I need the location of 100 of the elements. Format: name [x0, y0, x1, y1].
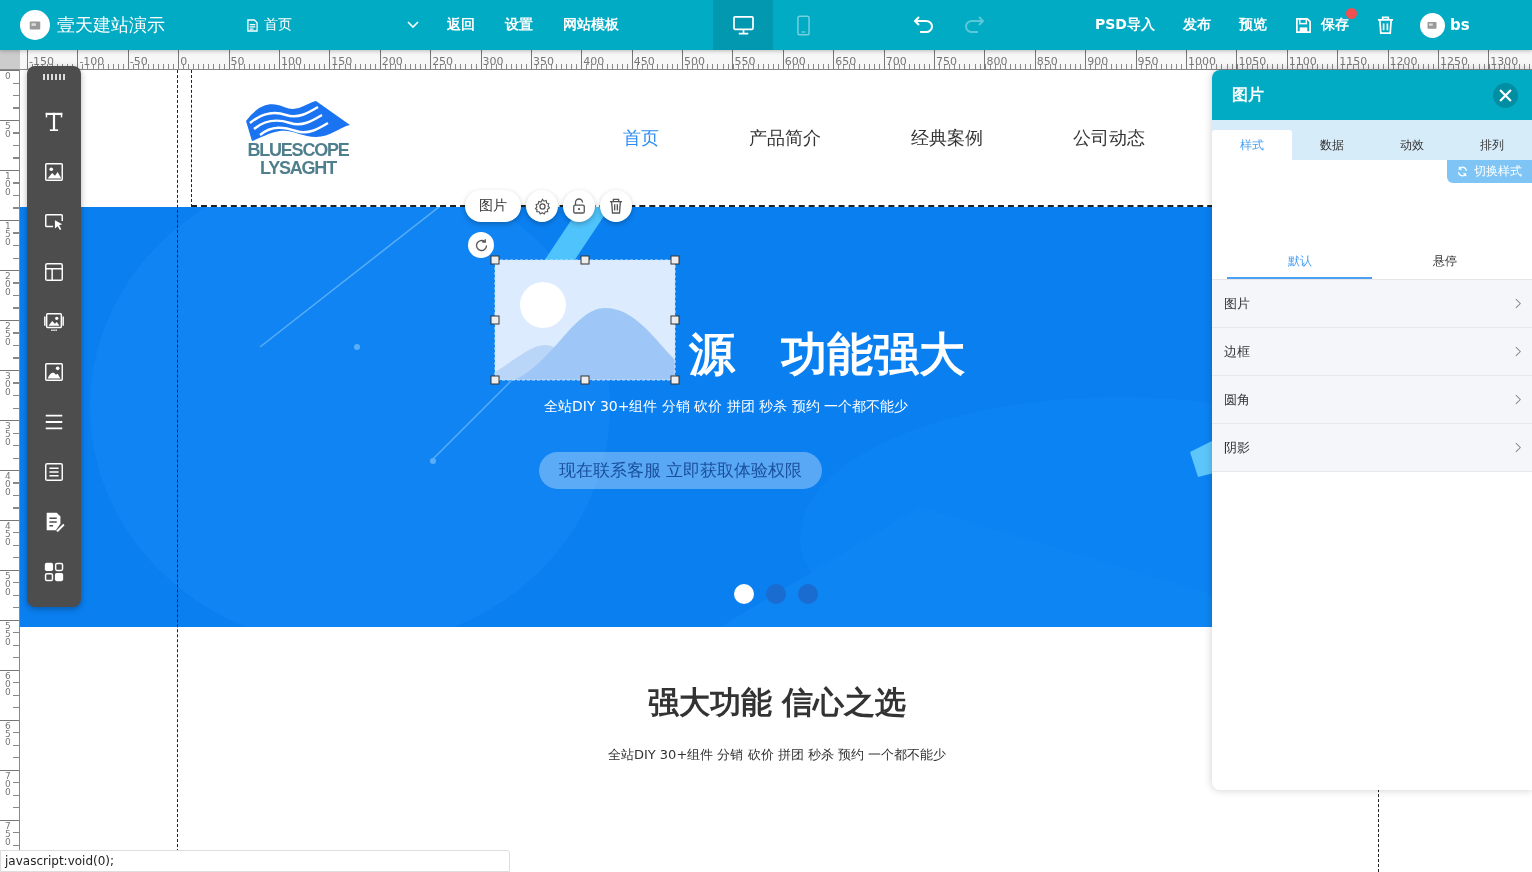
ruler-label: 450 — [5, 522, 12, 546]
trash-icon[interactable] — [600, 190, 632, 222]
ruler-label: 550 — [5, 622, 12, 646]
ruler-label: 1050 — [1237, 56, 1267, 68]
panel-tab[interactable]: 数据 — [1292, 130, 1372, 160]
switch-style-button[interactable]: 切换样式 — [1447, 160, 1532, 183]
chevron-right-icon — [1515, 346, 1522, 357]
element-type-button[interactable]: 图片 — [465, 190, 521, 222]
ruler-label: 50 — [5, 122, 12, 138]
status-bar: javascript:void(0); — [0, 850, 510, 872]
ruler-label: 0 — [5, 72, 12, 80]
style-group-row[interactable]: 圆角 — [1212, 376, 1532, 424]
ruler-label: 250 — [431, 56, 454, 68]
ruler-label: 150 — [5, 222, 12, 246]
panel-tab[interactable]: 样式 — [1212, 130, 1292, 160]
settings-icon[interactable] — [526, 190, 558, 222]
ruler-label: -100 — [78, 56, 105, 68]
ruler-label: 0 — [179, 56, 188, 68]
style-group-row[interactable]: 图片 — [1212, 280, 1532, 328]
ruler-label: 850 — [1035, 56, 1058, 68]
chevron-down-icon — [407, 21, 419, 29]
ruler-label: 1100 — [1287, 56, 1317, 68]
save-button[interactable]: 保存 — [1294, 16, 1349, 34]
ruler-label: 600 — [5, 672, 12, 696]
ruler-label: 350 — [531, 56, 554, 68]
chevron-right-icon — [1515, 442, 1522, 453]
ruler-label: 950 — [1136, 56, 1159, 68]
ruler-label: 200 — [5, 272, 12, 296]
ruler-label: 1200 — [1388, 56, 1418, 68]
panel-tab[interactable]: 排列 — [1452, 130, 1532, 160]
undo-button[interactable] — [913, 14, 935, 36]
site-logo-icon — [20, 10, 50, 40]
ruler-label: 600 — [783, 56, 806, 68]
ruler-label: 450 — [632, 56, 655, 68]
ruler-label: 200 — [380, 56, 403, 68]
undo-arrow-icon — [913, 14, 935, 33]
state-tab[interactable]: 悬停 — [1372, 245, 1517, 279]
logo-waves-icon — [246, 98, 350, 141]
banner-headline: 源 功能强大 — [689, 327, 965, 381]
ruler-label: 900 — [1086, 56, 1109, 68]
panel-title: 图片 — [1232, 84, 1264, 106]
ruler-label: 300 — [5, 372, 12, 396]
menu-link[interactable]: 网站模板 — [563, 16, 619, 34]
phone-icon — [796, 14, 810, 36]
monitor-icon — [732, 15, 754, 35]
ruler-label: 800 — [985, 56, 1008, 68]
refresh-icon — [1457, 166, 1468, 177]
logo-text: LYSAGHT — [260, 158, 336, 177]
ruler-label: 750 — [935, 56, 958, 68]
chevron-right-icon — [1515, 394, 1522, 405]
user-avatar-icon[interactable] — [1419, 12, 1445, 38]
panel-tab[interactable]: 动效 — [1372, 130, 1452, 160]
nav-link[interactable]: 产品简介 — [749, 125, 821, 150]
nav-link[interactable]: 经典案例 — [911, 125, 983, 150]
redo-arrow-icon — [963, 14, 985, 33]
unlock-icon[interactable] — [563, 190, 595, 222]
ruler-label: 500 — [5, 572, 12, 596]
ruler-label: -150 — [28, 56, 54, 68]
page-select[interactable]: 首页 — [247, 16, 419, 34]
toolbar-link[interactable]: 预览 — [1238, 16, 1267, 34]
ruler-label: 400 — [582, 56, 605, 68]
contact-button[interactable]: 现在联系客服 立即获取体验权限 — [539, 452, 823, 489]
nav-link[interactable]: 首页 — [623, 125, 659, 150]
section-title: 强大功能 信心之选 — [647, 683, 907, 722]
ruler-label: 1250 — [1438, 56, 1468, 68]
toolbar-link[interactable]: PSD导入 — [1095, 16, 1155, 34]
ruler-label: 350 — [5, 422, 12, 446]
ruler-label: 400 — [5, 472, 12, 496]
ruler-label: 50 — [229, 56, 245, 68]
selected-image-placeholder[interactable] — [490, 255, 680, 385]
ruler-label: 550 — [733, 56, 756, 68]
style-group-row[interactable]: 阴影 — [1212, 424, 1532, 472]
ruler-label: 700 — [5, 772, 12, 796]
style-group-row[interactable]: 边框 — [1212, 328, 1532, 376]
ruler-label: 1300 — [1489, 56, 1519, 68]
menu-link[interactable]: 设置 — [505, 16, 533, 34]
ruler-label: 150 — [330, 56, 353, 68]
ruler-label: 650 — [834, 56, 857, 68]
ruler-label: 300 — [481, 56, 504, 68]
ruler-label: 650 — [5, 722, 12, 746]
nav-link[interactable]: 公司动态 — [1073, 125, 1145, 150]
desktop-view-button[interactable] — [713, 0, 773, 50]
site-name: 壹天建站演示 — [57, 13, 166, 37]
ruler-label: 100 — [279, 56, 302, 68]
ruler-label: -50 — [128, 56, 148, 68]
toolbar-link[interactable]: 发布 — [1182, 16, 1211, 34]
ruler-label: 1150 — [1338, 56, 1368, 68]
ruler-corner — [0, 50, 20, 69]
close-icon[interactable] — [1493, 82, 1518, 108]
ruler-label: 100 — [5, 172, 12, 196]
ruler-label: 1000 — [1187, 56, 1216, 68]
chevron-right-icon — [1515, 298, 1522, 309]
ruler-label: 250 — [5, 322, 12, 346]
ruler-label: 700 — [884, 56, 907, 68]
menu-link[interactable]: 返回 — [447, 16, 475, 34]
ruler-label: 750 — [5, 822, 12, 846]
banner-subtitle: 全站DIY 30+组件 分销 砍价 拼团 秒杀 预约 一个都不能少 — [544, 398, 909, 416]
logo-text: BLUESCOPE — [247, 140, 349, 159]
document-icon — [247, 18, 258, 32]
ruler-label: 500 — [683, 56, 706, 68]
